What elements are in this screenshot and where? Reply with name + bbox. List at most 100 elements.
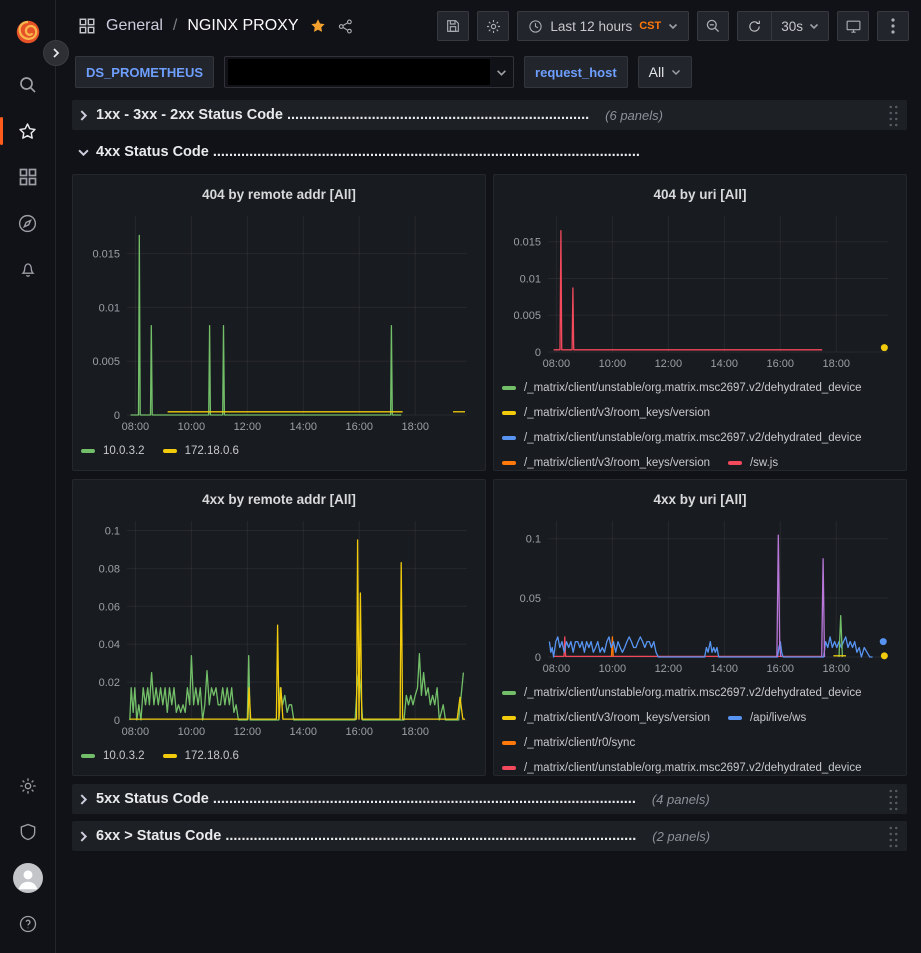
chart-canvas[interactable]: 00.0050.010.01508:0010:0012:0014:0016:00…: [81, 208, 477, 435]
svg-text:18:00: 18:00: [401, 421, 429, 433]
zoom-out-icon: [705, 18, 721, 34]
avatar: [13, 863, 43, 893]
legend-item[interactable]: /_matrix/client/v3/room_keys/version: [502, 705, 710, 730]
legend-item[interactable]: 10.0.3.2: [81, 743, 145, 768]
legend-label: /_matrix/client/v3/room_keys/version: [524, 457, 710, 469]
variable-label-ds-prometheus: DS_PROMETHEUS: [75, 56, 214, 88]
legend-label: /_matrix/client/v3/room_keys/version: [524, 712, 710, 724]
svg-text:0.05: 0.05: [520, 593, 541, 605]
grafana-flame-icon: [13, 17, 43, 47]
legend-item[interactable]: /api/live/ws: [728, 705, 806, 730]
sidebar-item-explore[interactable]: [6, 200, 50, 246]
legend-label: /_matrix/client/unstable/org.matrix.msc2…: [524, 762, 862, 774]
person-icon: [13, 863, 43, 893]
svg-text:16:00: 16:00: [345, 726, 373, 738]
svg-text:16:00: 16:00: [766, 358, 794, 370]
legend-swatch: [163, 449, 177, 453]
panel-4xx-by-remote-addr: 4xx by remote addr [All] 00.020.040.060.…: [72, 479, 486, 776]
sidebar-item-profile[interactable]: [6, 855, 50, 901]
sidebar-item-search[interactable]: [6, 62, 50, 108]
legend-label: 10.0.3.2: [103, 750, 145, 762]
panel-title[interactable]: 404 by uri [All]: [502, 180, 898, 208]
favorite-star-icon[interactable]: [309, 17, 327, 35]
legend-item[interactable]: 172.18.0.6: [163, 438, 239, 463]
panel-row-bottom: 4xx by remote addr [All] 00.020.040.060.…: [72, 479, 907, 776]
legend-label: /sw.js: [750, 457, 778, 469]
sidebar-item-configuration[interactable]: [6, 763, 50, 809]
svg-text:0: 0: [114, 410, 120, 422]
breadcrumb: General / NGINX PROXY: [78, 17, 354, 35]
sidebar-item-dashboards[interactable]: [6, 154, 50, 200]
legend-item[interactable]: /_matrix/client/unstable/org.matrix.msc2…: [502, 375, 862, 400]
breadcrumb-folder[interactable]: General: [106, 17, 163, 35]
sidebar-item-alerting[interactable]: [6, 246, 50, 292]
refresh-controls: 30s: [737, 11, 829, 41]
legend-item[interactable]: /_matrix/client/v3/room_keys/version: [502, 450, 710, 471]
variable-value-request-host[interactable]: All: [638, 56, 693, 88]
legend-swatch: [502, 741, 516, 745]
sidebar: [0, 0, 56, 953]
refresh-interval-dropdown[interactable]: 30s: [772, 12, 828, 40]
legend-swatch: [502, 691, 516, 695]
svg-text:0.015: 0.015: [513, 237, 541, 249]
variable-value-ds-prometheus[interactable]: [224, 56, 514, 88]
svg-text:0.06: 0.06: [99, 601, 120, 613]
chevron-down-icon: [671, 67, 681, 77]
chevron-right-icon: [78, 794, 89, 805]
row-header-4xx[interactable]: 4xx Status Code ........................…: [72, 137, 907, 167]
legend-item[interactable]: 10.0.3.2: [81, 438, 145, 463]
legend-item[interactable]: /_matrix/client/r0/sync: [502, 730, 635, 755]
svg-text:12:00: 12:00: [655, 663, 683, 675]
sidebar-item-starred[interactable]: [6, 108, 50, 154]
dashboard-canvas: 1xx - 3xx - 2xx Status Code ............…: [56, 92, 921, 953]
chevron-down-icon: [496, 67, 507, 78]
row-panel-count: (4 panels): [652, 792, 710, 807]
legend-item[interactable]: /_matrix/client/unstable/org.matrix.msc2…: [502, 425, 862, 450]
legend-item[interactable]: /sw.js: [728, 450, 778, 471]
svg-text:0.04: 0.04: [99, 639, 120, 651]
dashboards-grid-icon: [18, 167, 38, 187]
svg-text:08:00: 08:00: [543, 358, 571, 370]
chevron-right-icon: [78, 110, 89, 121]
save-dashboard-button[interactable]: [437, 11, 469, 41]
row-header-5xx[interactable]: 5xx Status Code ........................…: [72, 784, 907, 814]
legend-swatch: [163, 754, 177, 758]
svg-text:0: 0: [535, 652, 541, 664]
share-icon[interactable]: [337, 18, 354, 35]
variables-bar: DS_PROMETHEUS request_host All: [56, 52, 921, 92]
legend-item[interactable]: 172.18.0.6: [163, 743, 239, 768]
panel-title[interactable]: 4xx by remote addr [All]: [81, 485, 477, 513]
sidebar-item-server-admin[interactable]: [6, 809, 50, 855]
row-drag-handle[interactable]: [888, 824, 899, 848]
row-header-1xx-3xx-2xx[interactable]: 1xx - 3xx - 2xx Status Code ............…: [72, 100, 907, 130]
row-header-6xx[interactable]: 6xx > Status Code ......................…: [72, 821, 907, 851]
header-toolbar: Last 12 hours CST 30s: [437, 11, 909, 41]
breadcrumb-dashboard-title[interactable]: NGINX PROXY: [187, 17, 298, 35]
row-drag-handle[interactable]: [888, 103, 899, 127]
refresh-button[interactable]: [738, 12, 771, 40]
chart-canvas[interactable]: 00.0050.010.01508:0010:0012:0014:0016:00…: [502, 208, 898, 372]
svg-text:0.015: 0.015: [92, 249, 120, 261]
panel-title[interactable]: 4xx by uri [All]: [502, 485, 898, 513]
cycle-view-mode-button[interactable]: [837, 11, 869, 41]
legend-swatch: [728, 716, 742, 720]
zoom-out-time-button[interactable]: [697, 11, 729, 41]
more-options-button[interactable]: [877, 11, 909, 41]
row-drag-handle[interactable]: [888, 787, 899, 811]
panel-title[interactable]: 404 by remote addr [All]: [81, 180, 477, 208]
gear-icon: [485, 18, 502, 35]
sidebar-expand-button[interactable]: [43, 40, 69, 66]
legend-label: /_matrix/client/unstable/org.matrix.msc2…: [524, 687, 862, 699]
sidebar-item-help[interactable]: [6, 901, 50, 947]
dashboard-settings-button[interactable]: [477, 11, 509, 41]
chart-canvas[interactable]: 00.050.108:0010:0012:0014:0016:0018:00: [502, 513, 898, 677]
legend-item[interactable]: /_matrix/client/unstable/org.matrix.msc2…: [502, 755, 862, 776]
clock-icon: [528, 19, 543, 34]
chart-canvas[interactable]: 00.020.040.060.080.108:0010:0012:0014:00…: [81, 513, 477, 740]
search-icon: [18, 75, 38, 95]
refresh-icon: [747, 19, 762, 34]
legend-item[interactable]: /_matrix/client/v3/room_keys/version: [502, 400, 710, 425]
legend-label: /_matrix/client/unstable/org.matrix.msc2…: [524, 432, 862, 444]
legend-item[interactable]: /_matrix/client/unstable/org.matrix.msc2…: [502, 680, 862, 705]
time-range-picker[interactable]: Last 12 hours CST: [517, 11, 689, 41]
